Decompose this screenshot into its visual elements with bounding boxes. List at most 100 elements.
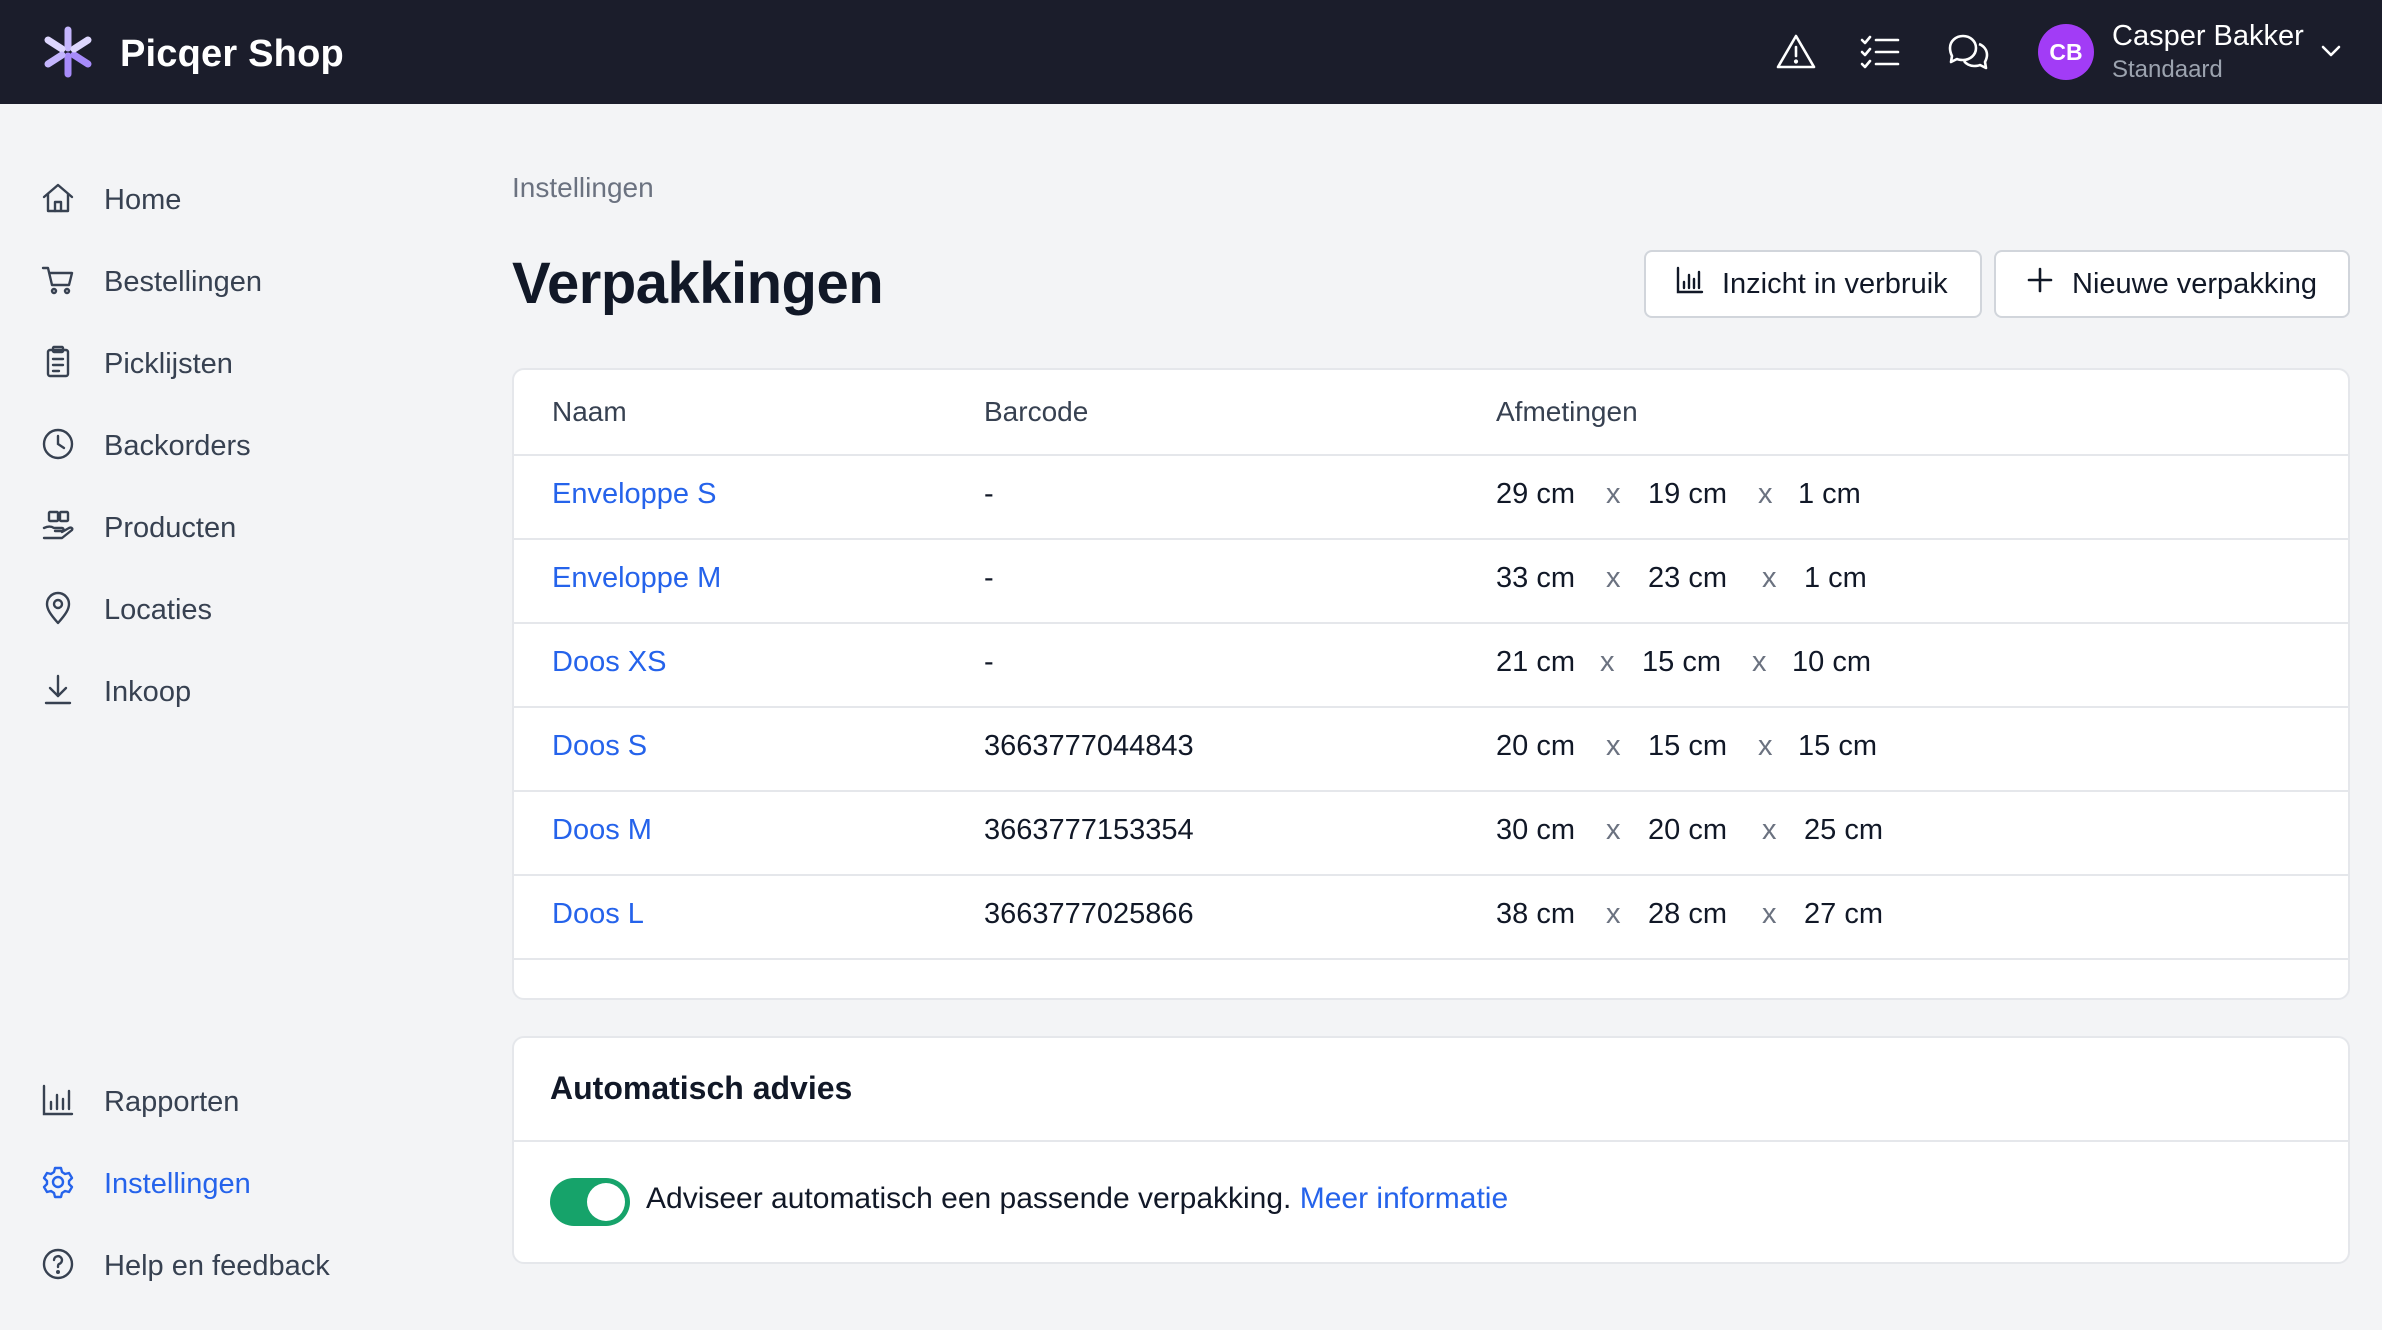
length-cell: 29 cm [1496,478,1575,510]
dimension-separator: x [1606,562,1621,594]
width-cell: 15 cm [1642,646,1721,678]
automatic-advice-card: Automatisch advies Adviseer automatisch … [512,1036,2350,1264]
location-pin-icon [40,590,76,631]
packaging-name-link[interactable]: Doos M [552,814,652,847]
table-row[interactable]: Doos L 3663777025866 38 cm x 28 cm x 27 … [514,874,2348,960]
help-icon [40,1246,76,1287]
width-cell: 28 cm [1648,898,1727,930]
sidebar-item-rapporten[interactable]: Rapporten [40,1076,239,1128]
sidebar-item-label: Bestellingen [104,265,262,298]
sidebar-item-label: Home [104,183,182,216]
picqer-logo-icon [40,24,96,85]
sidebar-item-producten[interactable]: Producten [40,502,236,554]
breadcrumb[interactable]: Instellingen [512,172,654,204]
clock-icon [40,426,76,467]
table-row[interactable]: Doos M 3663777153354 30 cm x 20 cm x 25 … [514,790,2348,876]
height-cell: 27 cm [1804,898,1883,930]
barcode-cell: - [984,562,994,594]
dimension-separator: x [1606,898,1621,930]
dimension-separator: x [1606,478,1621,510]
sidebar-item-label: Producten [104,511,237,544]
app-name: Picqer Shop [120,33,344,75]
barcode-cell: 3663777153354 [984,814,1194,846]
barcode-cell: - [984,478,994,510]
bar-chart-icon [1674,264,1722,304]
automatic-advice-text: Adviseer automatisch een passende verpak… [646,1182,1292,1215]
height-cell: 15 cm [1798,730,1877,762]
clipboard-icon [40,344,76,385]
barcode-cell: - [984,646,994,678]
page-title: Verpakkingen [512,251,884,316]
sidebar-item-label: Instellingen [104,1167,251,1200]
automatic-advice-description: Adviseer automatisch een passende verpak… [646,1182,1508,1216]
sidebar-item-picklijsten[interactable]: Picklijsten [40,338,233,390]
packaging-name-link[interactable]: Enveloppe M [552,562,721,595]
sidebar-item-home[interactable]: Home [40,174,181,226]
cart-icon [40,262,76,303]
length-cell: 30 cm [1496,814,1575,846]
packaging-table: Naam Barcode Afmetingen Enveloppe S - 29… [512,368,2350,1000]
more-info-link[interactable]: Meer informatie [1300,1182,1508,1215]
sidebar-item-label: Backorders [104,429,251,462]
dimension-separator: x [1758,478,1773,510]
chevron-down-icon[interactable] [2316,36,2346,66]
width-cell: 23 cm [1648,562,1727,594]
height-cell: 25 cm [1804,814,1883,846]
packaging-name-link[interactable]: Enveloppe S [552,478,716,511]
column-header-dimensions: Afmetingen [1496,396,1638,427]
dimension-separator: x [1752,646,1767,678]
barcode-cell: 3663777025866 [984,898,1194,930]
width-cell: 19 cm [1648,478,1727,510]
dimension-separator: x [1762,814,1777,846]
height-cell: 10 cm [1792,646,1871,678]
checklist-icon[interactable] [1858,30,1902,74]
table-header: Naam Barcode Afmetingen [514,370,2348,456]
length-cell: 33 cm [1496,562,1575,594]
sidebar-item-inkoop[interactable]: Inkoop [40,666,191,718]
user-name[interactable]: Casper Bakker [2112,20,2304,53]
dimension-separator: x [1600,646,1615,678]
new-packaging-label: Nieuwe verpakking [2072,267,2318,300]
packaging-name-link[interactable]: Doos XS [552,646,666,679]
barcode-cell: 3663777044843 [984,730,1194,762]
length-cell: 21 cm [1496,646,1575,678]
usage-insight-label: Inzicht in verbruik [1722,267,1948,300]
sidebar-item-locaties[interactable]: Locaties [40,584,212,636]
usage-insight-button[interactable]: Inzicht in verbruik [1644,250,1982,318]
dimension-separator: x [1606,814,1621,846]
new-packaging-button[interactable]: Nieuwe verpakking [1994,250,2350,318]
width-cell: 15 cm [1648,730,1727,762]
chat-icon[interactable] [1946,30,1990,74]
dimension-separator: x [1762,898,1777,930]
top-bar: Picqer Shop CB Casper Bakker Standaard [0,0,2382,104]
sidebar-item-label: Inkoop [104,675,192,708]
brand[interactable]: Picqer Shop [40,24,344,85]
packaging-name-link[interactable]: Doos L [552,898,644,931]
automatic-advice-title: Automatisch advies [550,1070,853,1106]
warning-icon[interactable] [1774,30,1818,74]
table-row[interactable]: Enveloppe M - 33 cm x 23 cm x 1 cm [514,538,2348,624]
sidebar-item-label: Locaties [104,593,213,626]
table-row[interactable]: Enveloppe S - 29 cm x 19 cm x 1 cm [514,454,2348,540]
plus-icon [2024,264,2072,304]
column-header-name: Naam [552,396,627,427]
table-row[interactable]: Doos S 3663777044843 20 cm x 15 cm x 15 … [514,706,2348,792]
height-cell: 1 cm [1798,478,1861,510]
user-role: Standaard [2112,56,2223,83]
divider [514,1140,2348,1142]
sidebar-item-help[interactable]: Help en feedback [40,1240,330,1292]
home-icon [40,180,76,221]
table-row[interactable]: Doos XS - 21 cm x 15 cm x 10 cm [514,622,2348,708]
column-header-barcode: Barcode [984,396,1089,427]
sidebar-item-instellingen[interactable]: Instellingen [40,1158,251,1210]
length-cell: 20 cm [1496,730,1575,762]
sidebar-item-bestellingen[interactable]: Bestellingen [40,256,262,308]
dimension-separator: x [1606,730,1621,762]
sidebar-item-backorders[interactable]: Backorders [40,420,251,472]
sidebar-item-label: Rapporten [104,1085,240,1118]
avatar[interactable]: CB [2038,24,2094,80]
dimension-separator: x [1762,562,1777,594]
automatic-advice-toggle[interactable] [550,1178,630,1226]
height-cell: 1 cm [1804,562,1867,594]
packaging-name-link[interactable]: Doos S [552,730,647,763]
